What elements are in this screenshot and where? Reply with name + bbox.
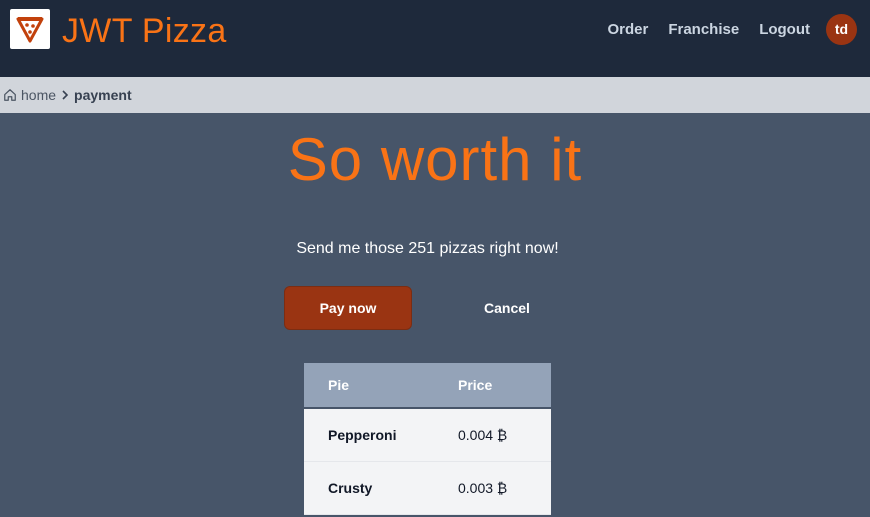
pie-name: Pepperoni [328,427,397,443]
table-row: Crusty 0.003 ₿ [304,462,551,515]
pie-price: 0.004 ₿ [458,427,508,443]
table-row: Pepperoni 0.004 ₿ [304,409,551,462]
breadcrumb-current: payment [74,87,132,103]
main-nav: Order Franchise Logout td [587,0,870,58]
cancel-button[interactable]: Cancel [446,286,568,330]
pizza-slice-icon [16,17,44,43]
pizza-logo-icon[interactable] [10,9,50,49]
order-message: Send me those 251 pizzas right now! [296,240,559,257]
pay-now-button[interactable]: Pay now [284,286,412,330]
order-table: Pie Price Pepperoni 0.004 ₿ Crusty 0.003… [304,363,551,515]
home-icon [4,89,16,101]
brand-title[interactable]: JWT Pizza [62,9,227,53]
nav-franchise[interactable]: Franchise [668,21,739,38]
pie-name: Crusty [328,480,373,496]
table-header: Pie Price [304,363,551,409]
breadcrumb-home-label: home [21,87,57,103]
column-header-pie: Pie [328,377,350,393]
nav-logout[interactable]: Logout [759,21,810,38]
nav-order[interactable]: Order [607,21,648,38]
chevron-right-icon [61,90,69,100]
breadcrumb-home[interactable]: home [3,87,56,103]
top-navbar: JWT Pizza Order Franchise Logout td [0,0,870,77]
column-header-price: Price [458,377,493,393]
page-title: So worth it [287,126,583,193]
pie-price: 0.003 ₿ [458,480,508,496]
breadcrumb: home payment [0,77,870,113]
user-avatar[interactable]: td [826,13,857,45]
